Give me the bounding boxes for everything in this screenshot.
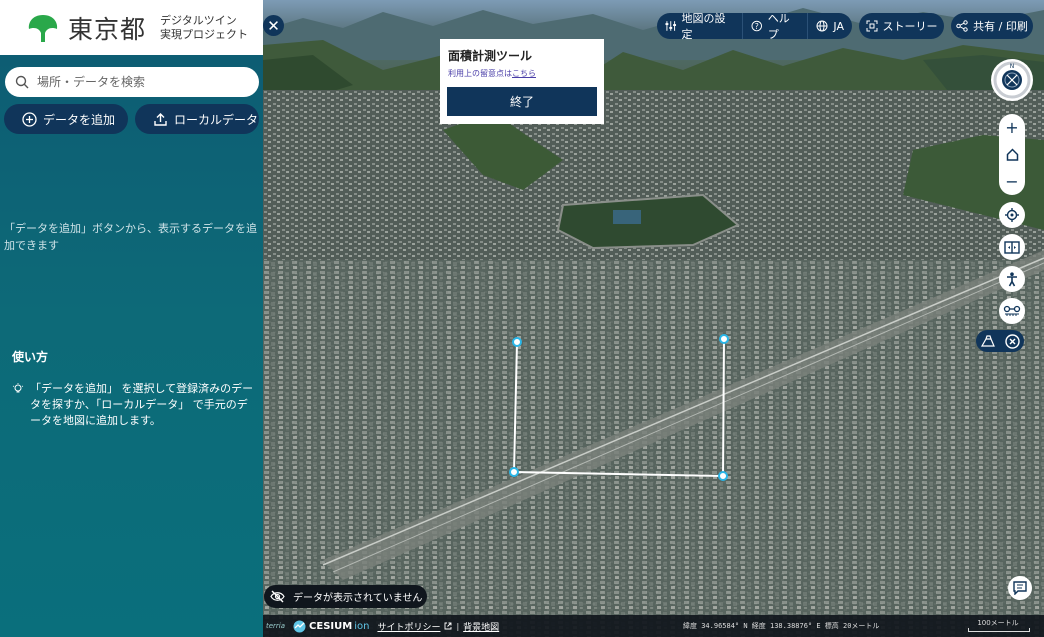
person-icon [1007, 271, 1017, 286]
split-icon [1004, 240, 1020, 254]
eye-off-icon [270, 590, 285, 603]
share-icon [956, 20, 968, 32]
map-footer: terria CESIUM ion サイトポリシー | 背景地図 緯度 34.96… [263, 615, 1044, 637]
map-settings-button[interactable]: 地図の設定 [657, 12, 744, 41]
basemap-link[interactable]: 背景地図 [463, 620, 499, 633]
language-button[interactable]: JA [808, 13, 852, 39]
area-measure-panel: 面積計測ツール 利用上の留意点はこちら 終了 [440, 39, 604, 124]
close-icon: ✕ [267, 16, 280, 35]
compass[interactable]: N [991, 59, 1033, 101]
local-data-label: ローカルデータ [174, 112, 259, 127]
brand-header[interactable]: 東京都 デジタルツイン 実現プロジェクト [0, 0, 263, 55]
howto-section: 「データを追加」 を選択して登録済みのデータを探すか、「ローカルデータ」 で手元… [12, 381, 255, 429]
help-icon: ? [751, 20, 763, 32]
compass-icon: N [993, 61, 1031, 99]
add-data-button[interactable]: データを追加 [4, 104, 128, 134]
local-data-button[interactable]: ローカルデータ [135, 104, 259, 134]
howto-text: 「データを追加」 を選択して登録済みのデータを探すか、「ローカルデータ」 で手元… [30, 382, 254, 427]
plus-icon: + [1005, 117, 1019, 137]
finish-measure-button[interactable]: 終了 [447, 87, 597, 116]
no-data-indicator[interactable]: データが表示されていません [264, 585, 427, 608]
close-tool-icon[interactable] [1005, 333, 1020, 349]
measure-point[interactable] [512, 337, 522, 347]
compass-north-label: N [1010, 63, 1015, 70]
coordinates-readout: 緯度 34.96584° N 経度 138.38876° E 標高 20メートル [683, 622, 880, 630]
active-tool-indicator [976, 330, 1024, 352]
feedback-icon [1013, 581, 1027, 595]
tokyo-logo-icon [28, 14, 58, 42]
area-tool-icon[interactable] [980, 335, 996, 347]
zoom-out-button[interactable]: − [999, 168, 1025, 194]
howto-title: 使い方 [12, 350, 49, 364]
close-panel-button[interactable]: ✕ [263, 15, 284, 36]
search-icon [15, 75, 29, 89]
footer-separator: | [456, 621, 460, 631]
search-input[interactable] [35, 74, 249, 90]
search-box[interactable] [5, 67, 259, 97]
locate-icon [1005, 208, 1019, 222]
cesium-ion-logo[interactable]: CESIUM ion [293, 620, 369, 633]
ion-label: ion [354, 620, 370, 632]
help-button[interactable]: ? ヘルプ [743, 12, 809, 41]
my-location-button[interactable] [999, 202, 1025, 228]
story-button[interactable]: ストーリー [859, 13, 944, 39]
cesium-label: CESIUM [309, 620, 353, 632]
feedback-button[interactable] [1008, 576, 1032, 600]
story-label: ストーリー [882, 20, 938, 33]
globe-icon [816, 20, 828, 32]
zoom-control: + − [999, 114, 1025, 195]
home-button[interactable] [999, 141, 1025, 167]
measure-title: 面積計測ツール [448, 49, 533, 63]
sliders-icon [665, 21, 677, 31]
map-view[interactable] [263, 0, 1044, 637]
zoom-in-button[interactable]: + [999, 114, 1025, 140]
no-data-label: データが表示されていません [293, 593, 423, 604]
pedestrian-mode-button[interactable] [999, 266, 1025, 292]
cesium-icon [293, 620, 306, 632]
map-settings-label: 地図の設定 [681, 12, 726, 41]
ruler-icon [1003, 305, 1021, 316]
scale-bar [968, 628, 1030, 632]
sidebar: 東京都 デジタルツイン 実現プロジェクト データを追加 ローカルデータ 「データ… [0, 0, 263, 637]
measure-point[interactable] [719, 334, 729, 344]
external-link-icon [445, 622, 452, 630]
split-compare-button[interactable] [999, 234, 1025, 260]
measure-note-text: 利用上の留意点は [448, 69, 512, 78]
svg-text:?: ? [755, 22, 759, 31]
minus-icon: − [1005, 171, 1019, 191]
home-icon [1006, 147, 1018, 161]
scale-label: 100メートル [977, 619, 1019, 627]
measure-note: 利用上の留意点はこちら [448, 68, 536, 79]
share-print-button[interactable]: 共有 / 印刷 [951, 13, 1033, 39]
aerial-3d-map[interactable] [263, 0, 1044, 637]
add-data-label: データを追加 [43, 112, 116, 127]
help-label: ヘルプ [767, 12, 790, 41]
terria-logo[interactable]: terria [266, 622, 285, 630]
measure-point[interactable] [718, 471, 728, 481]
measure-tool-button[interactable] [999, 298, 1025, 324]
brand-subtitle: デジタルツイン 実現プロジェクト [160, 14, 248, 42]
language-label: JA [833, 19, 844, 33]
story-icon [866, 20, 877, 32]
top-toolbar: 地図の設定 ? ヘルプ JA [657, 12, 852, 41]
share-label: 共有 / 印刷 [973, 20, 1028, 33]
brand-subtitle-line1: デジタルツイン [160, 13, 237, 27]
measure-point[interactable] [509, 467, 519, 477]
brand-subtitle-line2: 実現プロジェクト [160, 27, 249, 41]
lightbulb-icon [12, 383, 24, 393]
add-data-hint: 「データを追加」ボタンから、表示するデータを追加できます [4, 222, 257, 252]
plus-circle-icon [22, 111, 37, 127]
measure-note-link[interactable]: こちら [512, 69, 536, 78]
upload-icon [154, 112, 167, 126]
brand-name: 東京都 [68, 14, 147, 44]
site-policy-link[interactable]: サイトポリシー [377, 620, 440, 633]
